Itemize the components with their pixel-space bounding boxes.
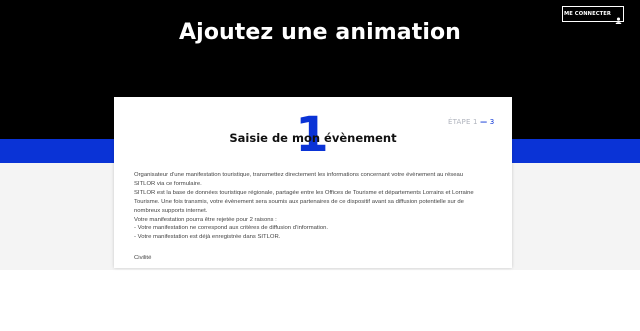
intro-text: Organisateur d’une manifestation tourist… [134,171,494,242]
intro-line: - Votre manifestation ne correspond aux … [134,225,329,232]
step-indicator-separator: — [480,118,488,126]
step-indicator: ÉTAPE 1 — 3 [448,118,494,126]
login-button-label: ME CONNECTER [563,11,612,17]
user-icon [615,11,622,24]
civilite-label: Civilité [134,255,152,261]
intro-line: nombreux supports internet. [134,207,208,214]
intro-line: Votre manifestation pourra être rejetée … [134,216,277,223]
step-title: Saisie de mon évènement [229,131,397,145]
intro-line: SITLOR est la base de données touristiqu… [134,189,474,196]
intro-line: Tourisme. Une fois transmis, votre évène… [134,198,464,205]
intro-line: SITLOR via ce formulaire. [134,180,202,187]
page-title: Ajoutez une animation [179,20,461,45]
intro-line: - Votre manifestation est déjà enregistr… [134,234,281,241]
intro-line: Organisateur d’une manifestation tourist… [134,172,464,178]
form-card: 1 Saisie de mon évènement ÉTAPE 1 — 3 Or… [114,97,512,268]
step-indicator-total: 3 [489,118,495,126]
login-button[interactable]: ME CONNECTER [562,6,624,24]
step-indicator-label: ÉTAPE 1 [448,118,478,126]
